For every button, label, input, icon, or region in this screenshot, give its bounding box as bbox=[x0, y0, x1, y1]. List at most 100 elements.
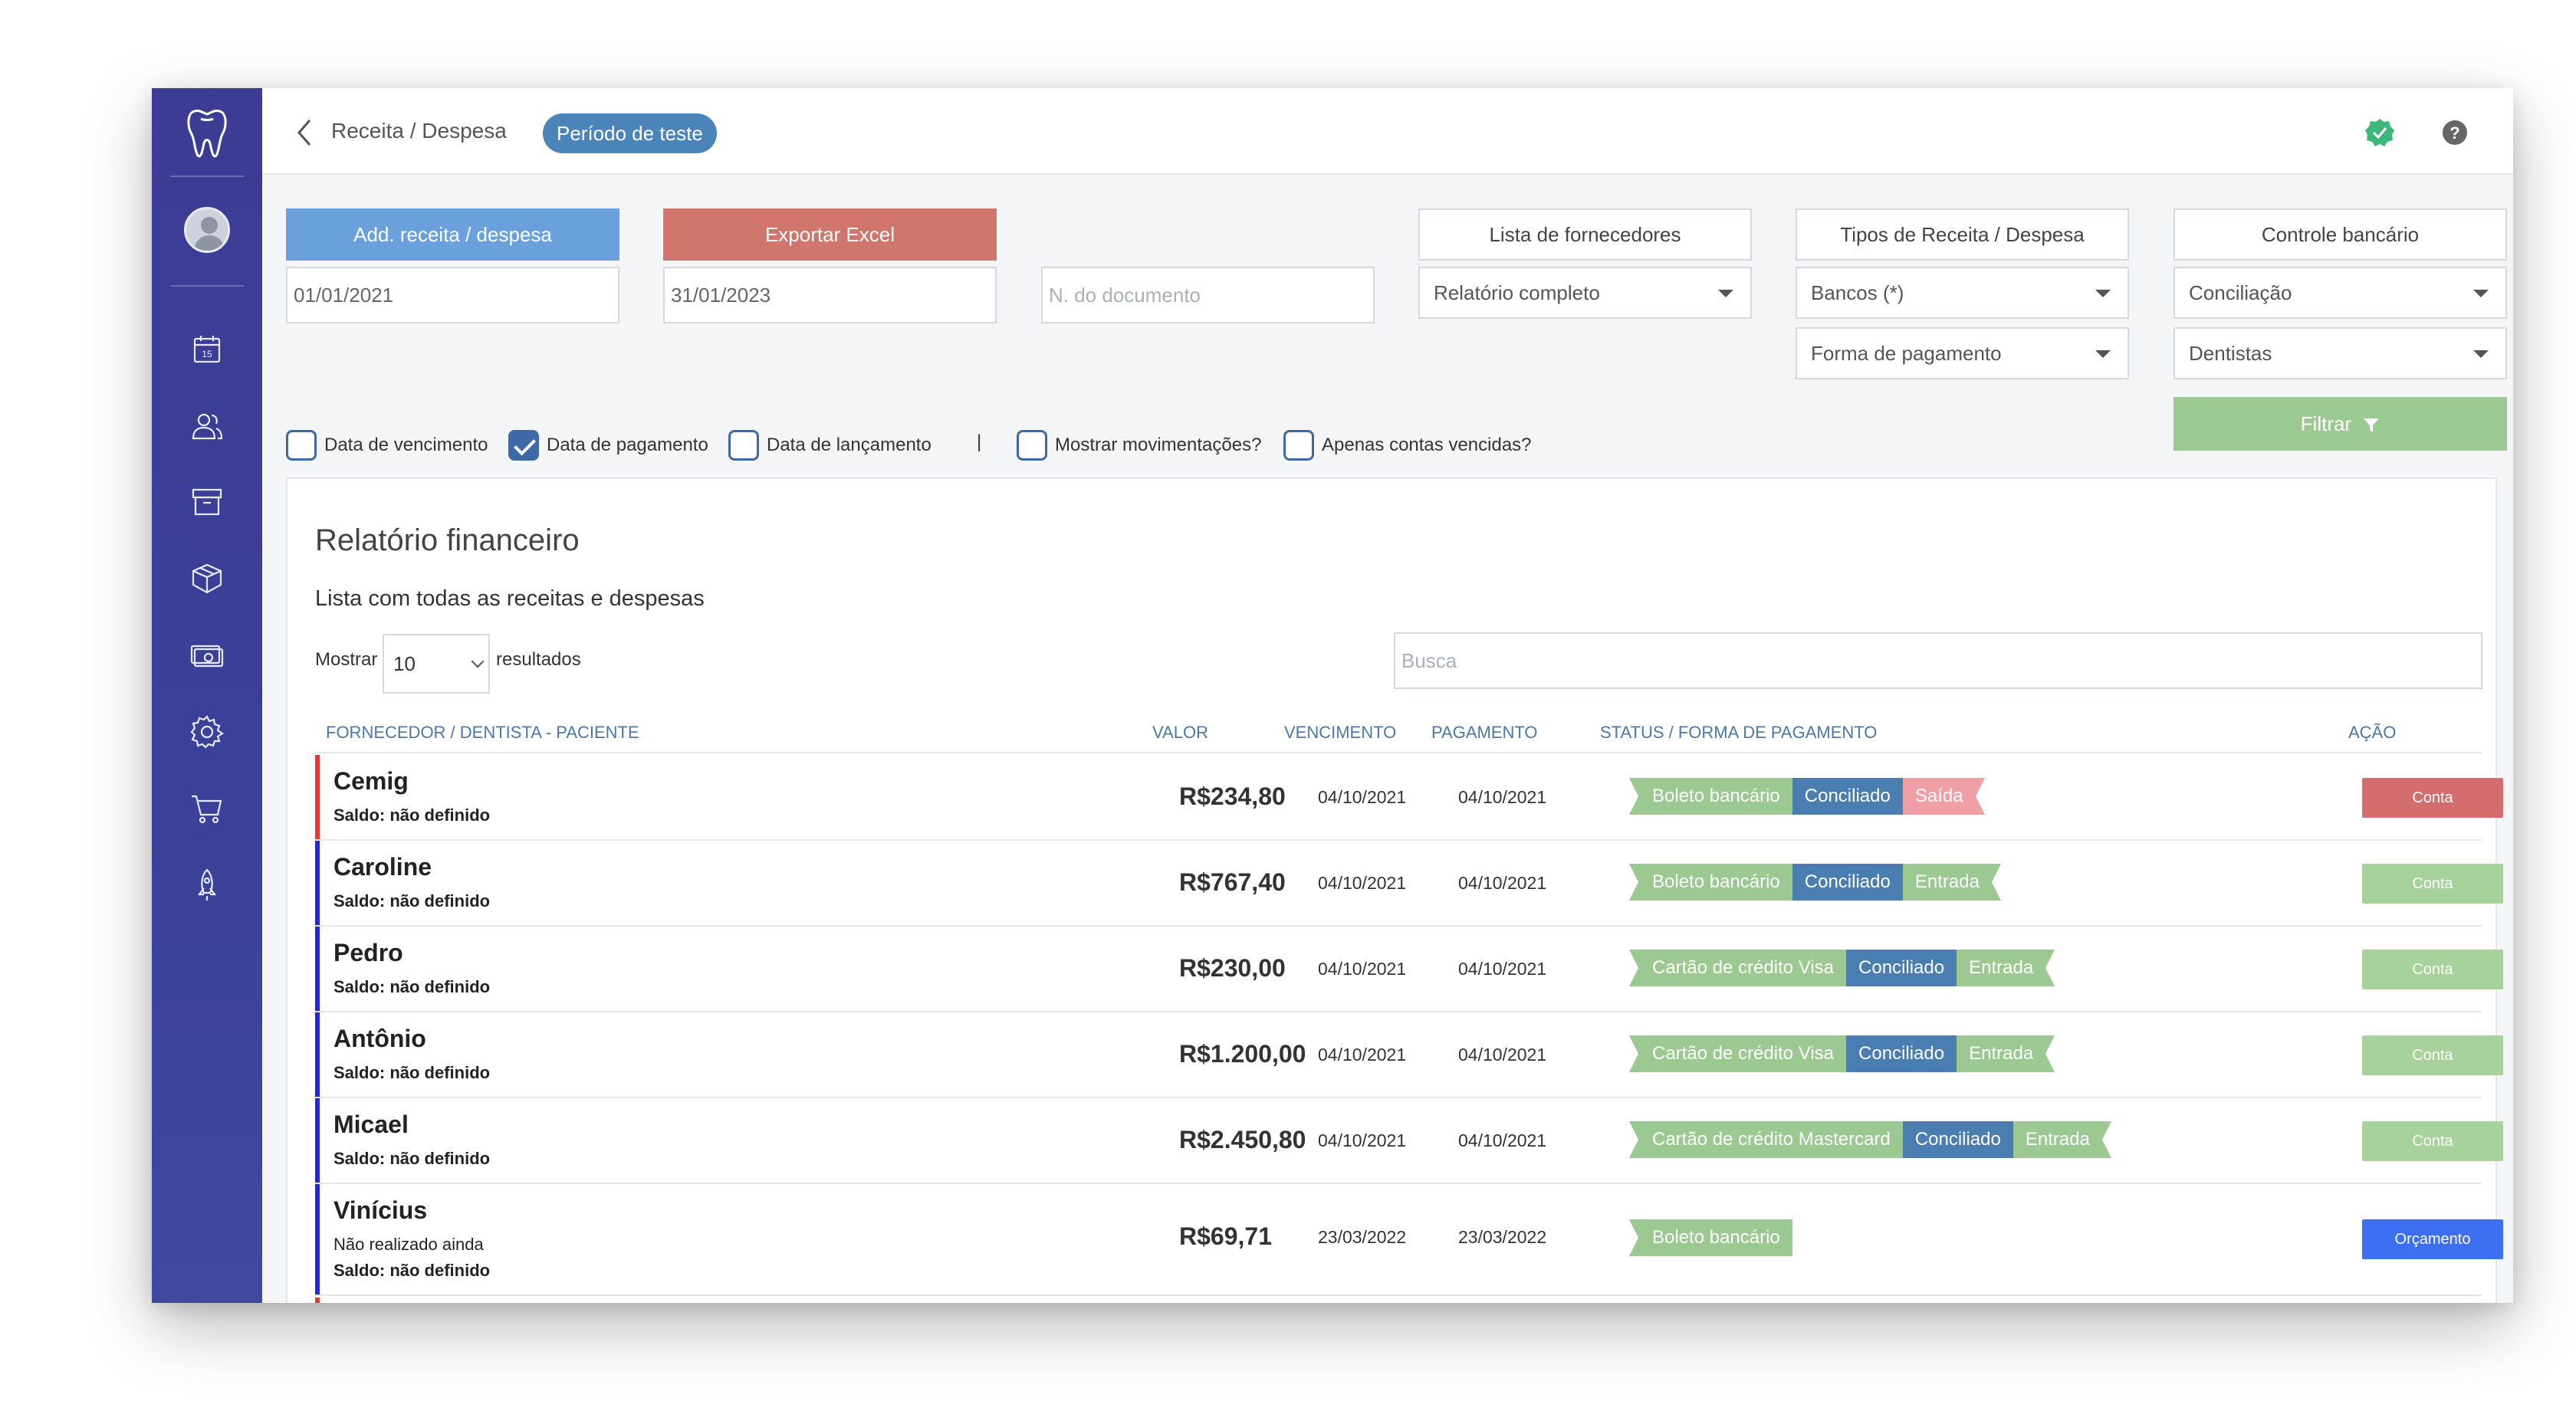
banks-select[interactable]: Bancos (*) bbox=[1796, 267, 2129, 319]
checkbox-label: Data de pagamento bbox=[547, 435, 708, 455]
row-due-date: 04/10/2021 bbox=[1318, 959, 1407, 979]
filter-button[interactable]: Filtrar bbox=[2174, 397, 2507, 451]
suppliers-list-button[interactable]: Lista de fornecedores bbox=[1418, 208, 1752, 261]
row-saldo: Saldo: não definido bbox=[334, 1063, 491, 1082]
caret-down-icon bbox=[1718, 290, 1733, 297]
row-due-date: 04/10/2021 bbox=[1318, 787, 1407, 807]
payment-method-tag: Boleto bancário bbox=[1629, 864, 1792, 901]
report-type-select[interactable]: Relatório completo bbox=[1418, 267, 1752, 319]
row-indicator bbox=[315, 1098, 320, 1183]
money-icon[interactable] bbox=[186, 634, 228, 677]
cart-icon[interactable] bbox=[186, 787, 228, 830]
row-payment-date: 04/10/2021 bbox=[1458, 959, 1547, 979]
row-saldo: Saldo: não definido bbox=[334, 891, 491, 910]
header-action[interactable]: AÇÃO bbox=[2348, 723, 2396, 743]
checkbox-box[interactable] bbox=[1017, 430, 1047, 461]
checkbox-show-movements[interactable]: Mostrar movimentações? bbox=[1017, 428, 1261, 463]
account-button[interactable]: Conta bbox=[2362, 1121, 2503, 1161]
row-name: Caroline bbox=[334, 853, 432, 881]
page-size-select[interactable]: 10 bbox=[383, 634, 490, 694]
row-note: Não realizado ainda bbox=[334, 1235, 484, 1254]
account-button[interactable]: Conta bbox=[2362, 778, 2503, 818]
add-revenue-expense-button[interactable]: Add. receita / despesa bbox=[286, 208, 619, 261]
help-icon[interactable]: ? bbox=[2438, 116, 2472, 149]
separator: | bbox=[977, 431, 982, 452]
checkbox-label: Data de vencimento bbox=[324, 435, 488, 455]
payment-method-tag: Boleto bancário bbox=[1629, 1219, 1792, 1256]
search-input[interactable]: Busca bbox=[1394, 632, 2482, 689]
status-tags: Cartão de crédito Mastercard Conciliado … bbox=[1629, 1121, 2112, 1158]
status-tags: Boleto bancário Conciliado Entrada bbox=[1629, 864, 2001, 901]
table-row[interactable]: Caroline Saldo: não definido R$767,40 04… bbox=[315, 841, 2503, 927]
checkbox-overdue-only[interactable]: Apenas contas vencidas? bbox=[1283, 428, 1532, 463]
row-value: R$69,71 bbox=[1179, 1222, 1272, 1250]
revenue-types-button[interactable]: Tipos de Receita / Despesa bbox=[1796, 208, 2129, 261]
row-indicator bbox=[315, 841, 320, 925]
conciliation-select[interactable]: Conciliação bbox=[2174, 267, 2507, 319]
account-button[interactable]: Conta bbox=[2362, 950, 2503, 989]
archive-icon[interactable] bbox=[186, 481, 228, 523]
header-status[interactable]: STATUS / FORMA DE PAGAMENTO bbox=[1600, 723, 1877, 743]
header-value[interactable]: VALOR bbox=[1152, 723, 1208, 743]
checkbox-box[interactable] bbox=[286, 430, 317, 461]
show-label: Mostrar bbox=[315, 649, 378, 670]
checkbox-entry-date[interactable]: Data de lançamento bbox=[728, 428, 932, 463]
export-excel-button[interactable]: Exportar Excel bbox=[663, 208, 997, 261]
payment-method-tag: Boleto bancário bbox=[1629, 778, 1792, 815]
row-due-date: 04/10/2021 bbox=[1318, 873, 1407, 893]
dentists-value: Dentistas bbox=[2189, 342, 2272, 365]
filter-button-label: Filtrar bbox=[2300, 412, 2352, 435]
row-name: Vinícius bbox=[334, 1196, 428, 1224]
row-saldo: Saldo: não definido bbox=[334, 1149, 491, 1168]
table-row[interactable]: Antônio Saldo: não definido R$1.200,00 0… bbox=[315, 1012, 2503, 1098]
payment-method-tag: Cartão de crédito Visa bbox=[1629, 950, 1847, 986]
payment-form-value: Forma de pagamento bbox=[1811, 342, 2002, 365]
header-due[interactable]: VENCIMENTO bbox=[1284, 723, 1396, 743]
panel-subtitle: Lista com todas as receitas e despesas bbox=[315, 586, 705, 611]
budget-button[interactable]: Orçamento bbox=[2362, 1219, 2503, 1259]
financial-report-panel: Relatório financeiro Lista com todas as … bbox=[286, 477, 2503, 1303]
date-to-input[interactable]: 31/01/2023 bbox=[663, 267, 997, 323]
rocket-icon[interactable] bbox=[186, 864, 228, 907]
calendar-icon[interactable]: 15 bbox=[186, 328, 228, 371]
table-row[interactable]: Cemig Saldo: não definido R$234,80 04/10… bbox=[315, 755, 2503, 841]
page-size-value: 10 bbox=[393, 652, 416, 675]
checkbox-payment-date[interactable]: Data de pagamento bbox=[508, 428, 708, 463]
avatar[interactable] bbox=[184, 207, 230, 253]
row-indicator bbox=[315, 1184, 320, 1294]
conciliation-tag: Conciliado bbox=[1902, 1121, 2013, 1158]
checkbox-box[interactable] bbox=[728, 430, 759, 461]
account-button[interactable]: Conta bbox=[2362, 864, 2503, 904]
document-number-input[interactable]: N. do documento bbox=[1041, 267, 1375, 323]
header-name[interactable]: FORNECEDOR / DENTISTA - PACIENTE bbox=[326, 723, 639, 743]
back-arrow-icon[interactable] bbox=[293, 117, 316, 148]
sidebar-divider bbox=[170, 285, 244, 287]
bank-control-button[interactable]: Controle bancário bbox=[2174, 208, 2507, 261]
payment-form-select[interactable]: Forma de pagamento bbox=[1796, 327, 2129, 379]
direction-tag: Entrada bbox=[2013, 1121, 2112, 1158]
verified-status-icon[interactable] bbox=[2363, 116, 2397, 149]
users-icon[interactable] bbox=[186, 405, 228, 448]
checkbox-label: Apenas contas vencidas? bbox=[1322, 435, 1532, 455]
row-payment-date: 04/10/2021 bbox=[1458, 1130, 1547, 1150]
header-payment[interactable]: PAGAMENTO bbox=[1431, 723, 1538, 743]
sidebar: 15 bbox=[152, 88, 262, 1303]
dentists-select[interactable]: Dentistas bbox=[2174, 327, 2507, 379]
row-indicator bbox=[315, 755, 320, 839]
conciliation-tag: Conciliado bbox=[1846, 1035, 1957, 1072]
app-window: 15 Receita / Despesa Período de teste ? … bbox=[152, 88, 2513, 1303]
gear-icon[interactable] bbox=[186, 710, 228, 753]
checkbox-box-checked[interactable] bbox=[508, 430, 539, 461]
row-name: Pedro bbox=[334, 939, 403, 966]
checkbox-box[interactable] bbox=[1283, 430, 1314, 461]
page-title: Receita / Despesa bbox=[331, 119, 507, 143]
date-from-input[interactable]: 01/01/2021 bbox=[286, 267, 619, 323]
account-button[interactable]: Conta bbox=[2362, 1035, 2503, 1075]
tooth-logo-icon[interactable] bbox=[152, 88, 262, 176]
table-row[interactable]: Vinícius Não realizado ainda Saldo: não … bbox=[315, 1184, 2503, 1296]
checkbox-due-date[interactable]: Data de vencimento bbox=[286, 428, 488, 463]
table-row[interactable]: Micael Saldo: não definido R$2.450,80 04… bbox=[315, 1098, 2503, 1184]
box-icon[interactable] bbox=[186, 557, 228, 600]
table-row[interactable]: Pedro Saldo: não definido R$230,00 04/10… bbox=[315, 927, 2503, 1012]
row-value: R$234,80 bbox=[1179, 783, 1286, 810]
